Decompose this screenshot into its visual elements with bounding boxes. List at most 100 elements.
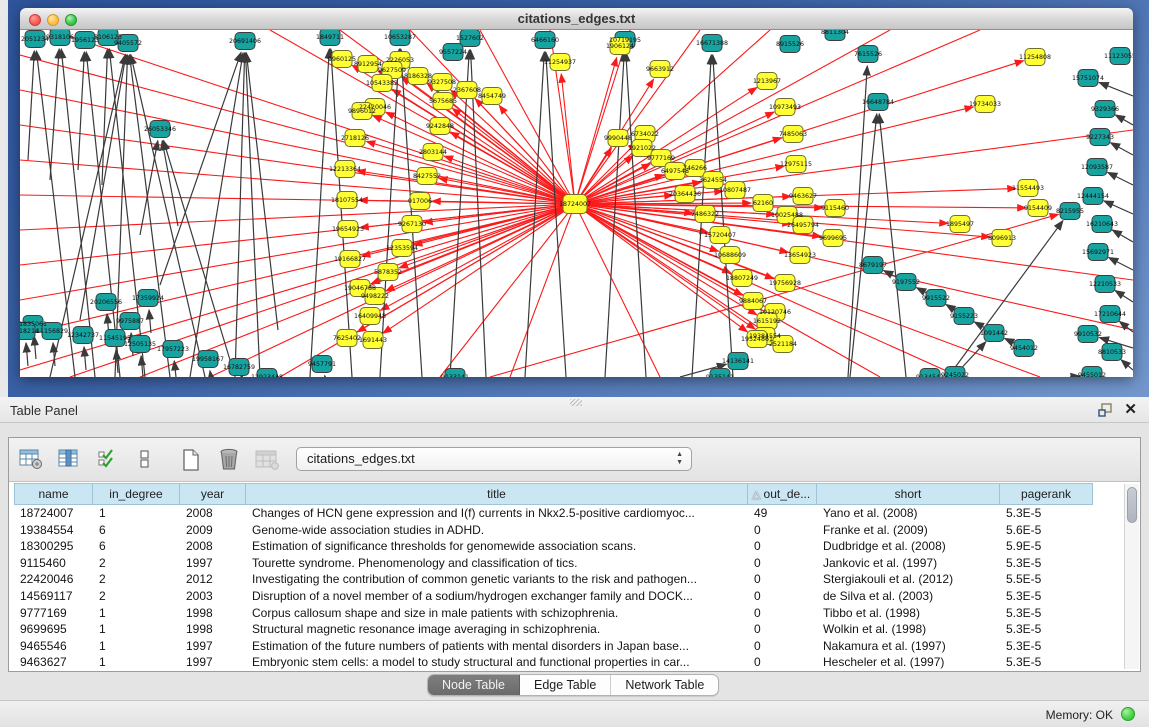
table-settings-button[interactable] bbox=[15, 445, 47, 475]
table-cell[interactable]: Estimation of significance thresholds fo… bbox=[246, 538, 748, 555]
column-header-in_degree[interactable]: in_degree bbox=[93, 483, 180, 505]
close-panel-icon[interactable]: ✕ bbox=[1124, 400, 1137, 418]
table-cell[interactable]: 1997 bbox=[180, 638, 246, 655]
split-pane-grip[interactable] bbox=[570, 399, 582, 406]
table-cell[interactable]: de Silva et al. (2003) bbox=[817, 588, 1000, 605]
table-cell[interactable]: Dudbridge et al. (2008) bbox=[817, 538, 1000, 555]
table-cell[interactable]: 5.3E-5 bbox=[1000, 555, 1093, 572]
table-cell[interactable]: 1998 bbox=[180, 605, 246, 622]
column-header-short[interactable]: short bbox=[817, 483, 1000, 505]
table-cell[interactable]: 0 bbox=[748, 538, 817, 555]
table-row[interactable]: 911546021997Tourette syndrome. Phenomeno… bbox=[14, 555, 1122, 572]
table-cell[interactable]: 2 bbox=[93, 555, 180, 572]
table-cell[interactable]: 0 bbox=[748, 605, 817, 622]
table-cell[interactable]: 22420046 bbox=[14, 571, 93, 588]
table-cell[interactable]: 5.3E-5 bbox=[1000, 621, 1093, 638]
column-header-title[interactable]: title bbox=[246, 483, 748, 505]
table-cell[interactable]: 9465546 bbox=[14, 638, 93, 655]
table-cell[interactable]: 9777169 bbox=[14, 605, 93, 622]
table-cell[interactable]: 1997 bbox=[180, 654, 246, 669]
column-header-year[interactable]: year bbox=[180, 483, 246, 505]
table-cell[interactable]: Hescheler et al. (1997) bbox=[817, 654, 1000, 669]
table-cell[interactable]: Disruption of a novel member of a sodium… bbox=[246, 588, 748, 605]
table-row[interactable]: 946554611997Estimation of the future num… bbox=[14, 638, 1122, 655]
table-cell[interactable]: 1 bbox=[93, 605, 180, 622]
show-columns-button[interactable] bbox=[53, 445, 85, 475]
table-cell[interactable]: 0 bbox=[748, 588, 817, 605]
table-cell[interactable]: Embryonic stem cells: a model to study s… bbox=[246, 654, 748, 669]
table-cell[interactable]: Tourette syndrome. Phenomenology and cla… bbox=[246, 555, 748, 572]
table-cell[interactable]: Jankovic et al. (1997) bbox=[817, 555, 1000, 572]
select-rows-button[interactable] bbox=[91, 445, 123, 475]
tab-network-table[interactable]: Network Table bbox=[611, 675, 718, 695]
table-cell[interactable]: Yano et al. (2008) bbox=[817, 505, 1000, 522]
table-cell[interactable]: 2012 bbox=[180, 571, 246, 588]
column-header-out_de[interactable]: △ out_de... bbox=[748, 483, 817, 505]
table-cell[interactable]: Franke et al. (2009) bbox=[817, 522, 1000, 539]
table-cell[interactable]: Stergiakouli et al. (2012) bbox=[817, 571, 1000, 588]
table-cell[interactable]: Structural magnetic resonance image aver… bbox=[246, 621, 748, 638]
table-cell[interactable]: Changes of HCN gene expression and I(f) … bbox=[246, 505, 748, 522]
table-cell[interactable]: 5.3E-5 bbox=[1000, 654, 1093, 669]
table-row[interactable]: 969969511998Structural magnetic resonanc… bbox=[14, 621, 1122, 638]
table-cell[interactable]: 2009 bbox=[180, 522, 246, 539]
table-cell[interactable]: 18724007 bbox=[14, 505, 93, 522]
table-row[interactable]: 1872400712008Changes of HCN gene express… bbox=[14, 505, 1122, 522]
new-table-button[interactable] bbox=[175, 445, 207, 475]
table-cell[interactable]: 9699695 bbox=[14, 621, 93, 638]
table-cell[interactable]: 18300295 bbox=[14, 538, 93, 555]
tab-node-table[interactable]: Node Table bbox=[428, 675, 520, 695]
table-cell[interactable]: 0 bbox=[748, 654, 817, 669]
table-cell[interactable]: 5.3E-5 bbox=[1000, 505, 1093, 522]
table-cell[interactable]: 1 bbox=[93, 505, 180, 522]
table-cell[interactable]: Estimation of the future numbers of pati… bbox=[246, 638, 748, 655]
table-cell[interactable]: 2008 bbox=[180, 538, 246, 555]
table-cell[interactable]: 9463627 bbox=[14, 654, 93, 669]
table-cell[interactable]: 2 bbox=[93, 588, 180, 605]
table-cell[interactable]: Tibbo et al. (1998) bbox=[817, 605, 1000, 622]
table-cell[interactable]: 5.3E-5 bbox=[1000, 605, 1093, 622]
delete-table-button[interactable] bbox=[213, 445, 245, 475]
table-row[interactable]: 977716911998Corpus callosum shape and si… bbox=[14, 605, 1122, 622]
table-cell[interactable]: 5.3E-5 bbox=[1000, 638, 1093, 655]
table-selector-dropdown[interactable]: citations_edges.txt ▲▼ bbox=[296, 447, 692, 471]
node-table[interactable]: namein_degreeyeartitle△ out_de...shortpa… bbox=[14, 483, 1122, 669]
table-cell[interactable]: 1 bbox=[93, 654, 180, 669]
network-window-titlebar[interactable]: citations_edges.txt bbox=[20, 8, 1133, 30]
table-cell[interactable]: 9115460 bbox=[14, 555, 93, 572]
float-panel-icon[interactable] bbox=[1098, 403, 1113, 417]
network-canvas[interactable]: 1872400720512349318106195612381061239405… bbox=[20, 30, 1133, 377]
table-cell[interactable]: Corpus callosum shape and size in male p… bbox=[246, 605, 748, 622]
table-cell[interactable]: 6 bbox=[93, 538, 180, 555]
table-cell[interactable]: Nakamura et al. (1997) bbox=[817, 638, 1000, 655]
table-row[interactable]: 946362711997Embryonic stem cells: a mode… bbox=[14, 654, 1122, 669]
row-height-button[interactable] bbox=[129, 445, 161, 475]
table-cell[interactable]: 0 bbox=[748, 621, 817, 638]
table-row[interactable]: 1456911722003Disruption of a novel membe… bbox=[14, 588, 1122, 605]
table-cell[interactable]: 0 bbox=[748, 638, 817, 655]
table-cell[interactable]: 0 bbox=[748, 571, 817, 588]
table-cell[interactable]: 0 bbox=[748, 555, 817, 572]
table-cell[interactable]: Wolkin et al. (1998) bbox=[817, 621, 1000, 638]
table-cell[interactable]: 2008 bbox=[180, 505, 246, 522]
table-cell[interactable]: Investigating the contribution of common… bbox=[246, 571, 748, 588]
table-cell[interactable]: 1 bbox=[93, 638, 180, 655]
table-cell[interactable]: 5.6E-5 bbox=[1000, 522, 1093, 539]
table-cell[interactable]: 0 bbox=[748, 522, 817, 539]
table-cell[interactable]: 19384554 bbox=[14, 522, 93, 539]
citation-network-graph[interactable]: 1872400720512349318106195612381061239405… bbox=[20, 30, 1133, 377]
column-header-pagerank[interactable]: pagerank bbox=[1000, 483, 1093, 505]
table-row[interactable]: 1830029562008Estimation of significance … bbox=[14, 538, 1122, 555]
table-row[interactable]: 2242004622012Investigating the contribut… bbox=[14, 571, 1122, 588]
table-cell[interactable]: 49 bbox=[748, 505, 817, 522]
table-cell[interactable]: 5.3E-5 bbox=[1000, 588, 1093, 605]
table-cell[interactable]: 1 bbox=[93, 621, 180, 638]
scrollbar-thumb[interactable] bbox=[1127, 487, 1137, 523]
table-cell[interactable]: 1998 bbox=[180, 621, 246, 638]
table-cell[interactable]: 14569117 bbox=[14, 588, 93, 605]
table-cell[interactable]: 5.5E-5 bbox=[1000, 571, 1093, 588]
table-cell[interactable]: 2 bbox=[93, 571, 180, 588]
table-cell[interactable]: Genome-wide association studies in ADHD. bbox=[246, 522, 748, 539]
table-row[interactable]: 1938455462009Genome-wide association stu… bbox=[14, 522, 1122, 539]
column-header-name[interactable]: name bbox=[14, 483, 93, 505]
